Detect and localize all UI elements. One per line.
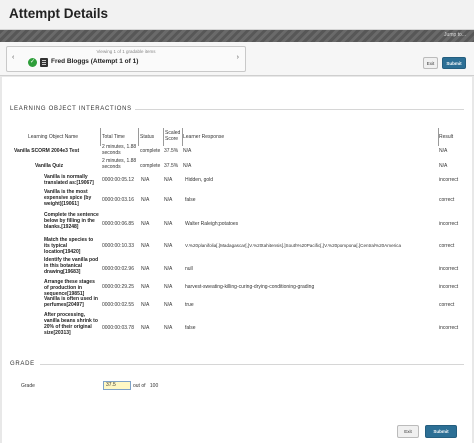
row-status: complete [140, 163, 161, 169]
footer-submit-button[interactable]: Submit [425, 425, 457, 438]
row-name: Identify the vanilla pod in this botanic… [44, 257, 99, 275]
row-response: Walter Raleigh;potatoes [185, 221, 239, 227]
check-icon: ✓ [28, 58, 37, 67]
row-status: complete [140, 148, 161, 154]
row-result: correct [439, 302, 455, 308]
section-divider [40, 364, 464, 365]
grade-section-title: GRADE [10, 361, 35, 367]
row-response: V.%20planifolia[.]Madagascar[,]V.%20tahi… [185, 243, 402, 248]
row-score: N/A [164, 302, 173, 308]
row-response: harvest-sweating-killing-curing-drying-c… [185, 284, 315, 290]
row-time: 2 minutes, 1.88 seconds [102, 144, 137, 156]
row-response: true [185, 302, 194, 308]
header-response: Learner Response [183, 134, 225, 140]
row-score: N/A [164, 284, 173, 290]
header-name: Learning Object Name [28, 134, 79, 140]
previous-arrow-icon[interactable]: ‹ [12, 54, 14, 61]
row-result: correct [439, 197, 455, 203]
row-name: Vanilla is the most expensive spice (by … [44, 189, 92, 207]
grade-input[interactable]: 37.5 [103, 381, 131, 390]
row-time: 0000:00:03.78 [102, 325, 134, 331]
row-status: N/A [141, 266, 150, 272]
header-score: Scaled Score [165, 130, 181, 142]
row-status: N/A [141, 284, 150, 290]
out-of-label: out of [133, 383, 146, 389]
row-result: N/A [439, 163, 448, 169]
row-status: N/A [141, 302, 150, 308]
exit-button[interactable]: Exit [423, 57, 438, 69]
section-divider [135, 109, 464, 110]
column-separator [138, 128, 139, 146]
max-score: 100 [149, 383, 159, 389]
row-name: Vanilla Quiz [35, 163, 64, 169]
grade-max: out of 100 [133, 383, 158, 389]
row-score: N/A [164, 266, 173, 272]
header-result: Result [439, 134, 454, 140]
row-name: Vanilla is normally translated as:[19067… [44, 174, 94, 186]
document-icon [40, 58, 48, 67]
row-time: 0000:00:03.16 [102, 197, 134, 203]
interactions-section-title: LEARNING OBJECT INTERACTIONS [10, 106, 132, 112]
learner-selector: ‹ Viewing 1 of 1 gradable items ✓ Fred B… [6, 46, 246, 72]
row-score: 37.5% [164, 148, 179, 154]
row-name: Complete the sentence below by filling i… [44, 212, 99, 230]
attempt-navigation: ‹ Viewing 1 of 1 gradable items ✓ Fred B… [0, 42, 474, 76]
page-title: Attempt Details [9, 6, 109, 21]
row-result: incorrect [439, 284, 459, 290]
row-score: N/A [164, 243, 173, 249]
row-status: N/A [141, 177, 150, 183]
row-time: 0000:00:05.12 [102, 177, 134, 183]
row-response: N/A [183, 148, 192, 154]
row-result: incorrect [439, 325, 459, 331]
row-response: null [185, 266, 193, 272]
row-result: incorrect [439, 177, 459, 183]
row-time: 2 minutes, 1.88 seconds [102, 158, 137, 170]
row-response: Hidden, gold [185, 177, 214, 183]
row-status: N/A [141, 243, 150, 249]
row-name: Arrange these stages of production in se… [44, 279, 95, 297]
row-name: Vanilla is often used in perfumes[20497] [44, 296, 98, 308]
row-response: false [185, 325, 196, 331]
row-result: incorrect [439, 221, 459, 227]
learner-name: Fred Bloggs (Attempt 1 of 1) [51, 58, 139, 65]
row-status: N/A [141, 325, 150, 331]
row-response: false [185, 197, 196, 203]
column-separator [100, 128, 101, 146]
row-score: 37.5% [164, 163, 179, 169]
row-time: 0000:00:02.96 [102, 266, 134, 272]
row-score: N/A [164, 325, 173, 331]
row-response: N/A [183, 163, 192, 169]
row-status: N/A [141, 221, 150, 227]
column-separator [163, 128, 164, 146]
row-status: N/A [141, 197, 150, 203]
row-score: N/A [164, 221, 173, 227]
row-time: 0000:00:06.85 [102, 221, 134, 227]
row-result: incorrect [439, 266, 459, 272]
row-name: Match the species to its typical locatio… [44, 237, 94, 255]
viewing-status: Viewing 1 of 1 gradable items [96, 49, 156, 54]
page-header: Attempt Details [0, 0, 474, 30]
row-name: Vanilla SCORM 2004e3 Test [14, 148, 80, 154]
main-content: LEARNING OBJECT INTERACTIONS Learning Ob… [2, 77, 472, 443]
row-score: N/A [164, 177, 173, 183]
jump-to-link[interactable]: Jump to... [444, 32, 466, 38]
header-time: Total Time [102, 134, 125, 140]
row-result: correct [439, 243, 455, 249]
row-result: N/A [439, 148, 448, 154]
grade-label: Grade [21, 383, 35, 389]
row-time: 0000:00:10.33 [102, 243, 134, 249]
header-status: Status [140, 134, 155, 140]
toolbar-stripe [0, 30, 474, 42]
row-time: 0000:00:29.25 [102, 284, 134, 290]
row-time: 0000:00:02.55 [102, 302, 134, 308]
row-score: N/A [164, 197, 173, 203]
footer-exit-button[interactable]: Exit [397, 425, 419, 438]
submit-button[interactable]: Submit [442, 57, 466, 69]
row-name: After processing, vanilla beans shrink t… [44, 312, 98, 336]
next-arrow-icon[interactable]: › [237, 54, 239, 61]
